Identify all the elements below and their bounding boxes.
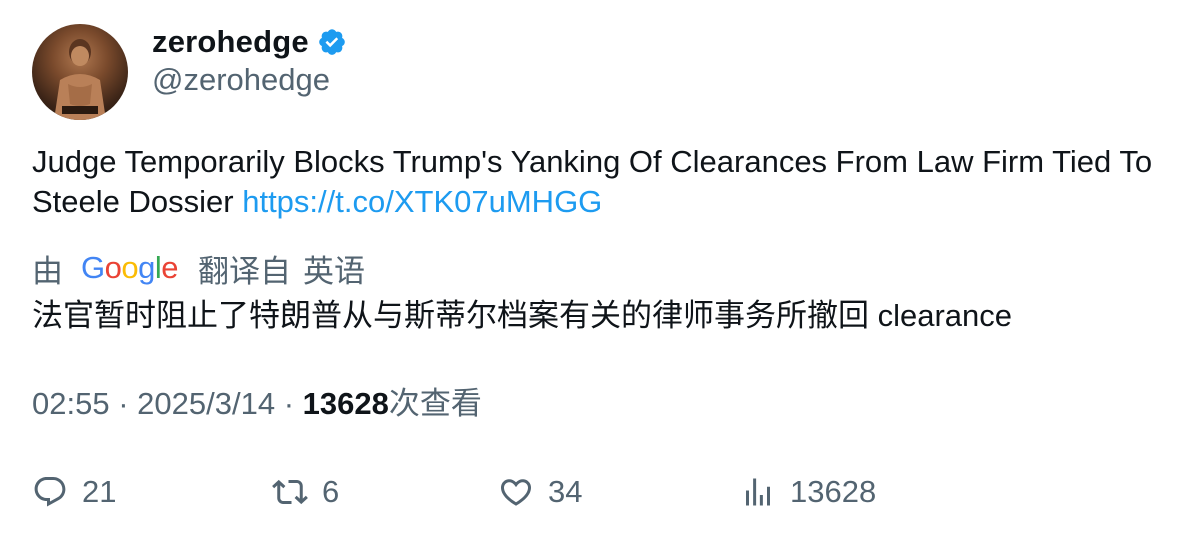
meta-separator: ·: [118, 386, 129, 421]
translation-from-label: 翻译自: [198, 253, 292, 289]
tweet-link[interactable]: https://t.co/XTK07uMHGG: [242, 184, 602, 219]
translation-source-language: 英语: [303, 253, 366, 289]
translation-attribution: 由 Google 翻译自 英语: [32, 248, 366, 289]
author-display-name[interactable]: zerohedge: [152, 24, 309, 60]
views-action-count: 13628: [790, 474, 877, 509]
views-count: 13628: [302, 386, 389, 421]
author-name-row: zerohedge: [152, 22, 347, 62]
like-count: 34: [548, 474, 583, 509]
views-icon: [746, 478, 770, 506]
reply-count: 21: [82, 474, 117, 509]
retweet-icon: [272, 479, 308, 505]
retweet-button[interactable]: 6: [272, 470, 339, 514]
tweet-time[interactable]: 02:55: [32, 386, 110, 421]
reply-button[interactable]: 21: [32, 470, 116, 514]
google-logo: Google: [81, 250, 179, 285]
like-icon: [500, 479, 532, 506]
meta-separator: ·: [283, 386, 295, 421]
translated-text: 法官暂时阻止了特朗普从与斯蒂尔档案有关的律师事务所撤回 clearance: [32, 298, 1013, 333]
reply-icon: [34, 477, 66, 507]
action-bar: 21 6 34 13628: [32, 470, 1172, 514]
verified-badge-icon: [319, 29, 345, 55]
views-button[interactable]: 13628: [740, 470, 876, 514]
translation-by-label: 由: [32, 253, 63, 289]
tweet-date[interactable]: 2025/3/14: [137, 386, 275, 421]
author-handle[interactable]: @zerohedge: [152, 62, 330, 98]
retweet-count: 6: [322, 474, 340, 509]
views-label: 次查看: [388, 386, 482, 421]
tweet-text: Judge Temporarily Blocks Trump's Yanking…: [32, 142, 1172, 222]
like-button[interactable]: 34: [498, 470, 582, 514]
tweet-meta: 02:55 · 2025/3/14 · 13628次查看: [32, 384, 482, 424]
avatar[interactable]: [32, 24, 128, 120]
